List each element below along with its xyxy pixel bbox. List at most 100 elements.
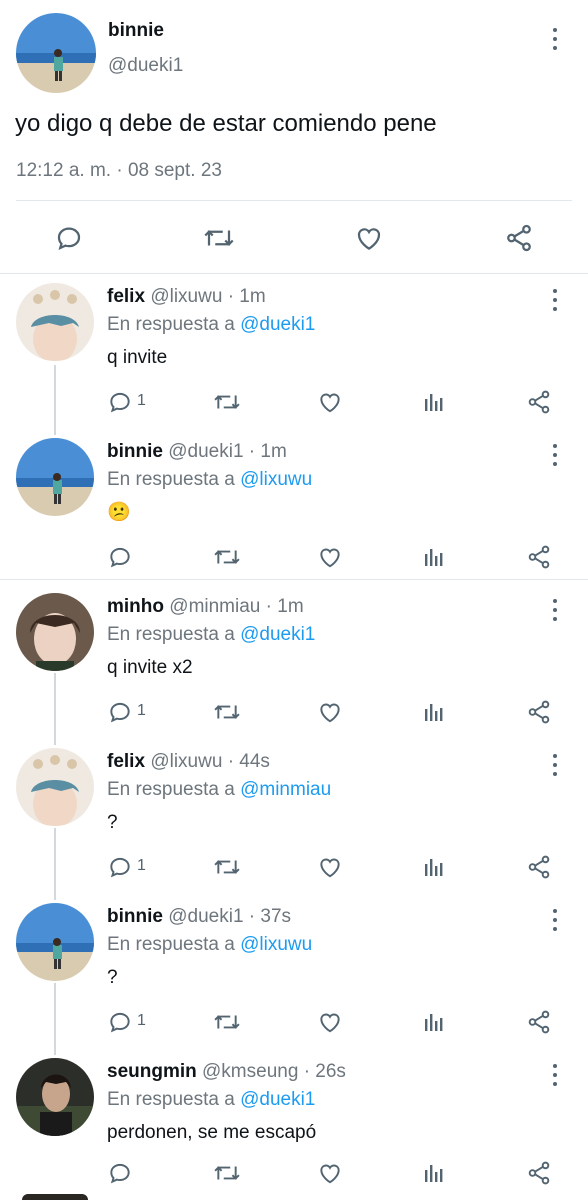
reply-icon[interactable] — [107, 854, 133, 880]
reply-avatar[interactable] — [16, 748, 94, 826]
reply-avatar[interactable] — [16, 283, 94, 361]
analytics-icon[interactable] — [422, 1009, 446, 1035]
reply-more-icon[interactable] — [547, 444, 563, 466]
share-icon[interactable] — [526, 854, 552, 880]
retweet-icon[interactable] — [212, 1009, 242, 1035]
share-icon[interactable] — [526, 544, 552, 570]
reply-header: felix @lixuwu · 1m — [107, 286, 266, 308]
retweet-icon[interactable] — [212, 389, 242, 415]
reply-icon[interactable] — [107, 389, 133, 415]
conversation-divider — [0, 579, 588, 580]
like-icon[interactable] — [317, 389, 343, 415]
retweet-icon[interactable] — [212, 854, 242, 880]
like-icon[interactable] — [317, 544, 343, 570]
reply-header: binnie @dueki1 · 1m — [107, 441, 287, 463]
analytics-icon[interactable] — [422, 699, 446, 725]
reply-icon[interactable] — [107, 544, 133, 570]
reply-avatar[interactable] — [16, 903, 94, 981]
like-icon[interactable] — [317, 1009, 343, 1035]
reply-prefix: En respuesta a — [107, 314, 235, 335]
main-share-icon[interactable] — [504, 223, 534, 253]
thread-line — [54, 828, 56, 900]
reply-text: q invite — [107, 347, 168, 368]
share-icon[interactable] — [526, 389, 552, 415]
reply-count: 1 — [137, 857, 146, 874]
reply-text: q invite x2 — [107, 657, 193, 678]
analytics-icon[interactable] — [422, 1160, 446, 1186]
reply-mention[interactable]: @lixuwu — [240, 469, 312, 490]
main-divider-bottom — [0, 273, 588, 274]
main-divider-top — [16, 200, 572, 201]
reply-icon[interactable] — [107, 1160, 133, 1186]
main-timestamp: 12:12 a. m. · 08 sept. 23 — [16, 160, 222, 181]
main-more-icon[interactable] — [547, 28, 563, 50]
reply-text: perdonen, se me escapó — [107, 1122, 317, 1143]
reply-mention[interactable]: @minmiau — [240, 779, 331, 800]
reply-name[interactable]: seungmin — [107, 1061, 197, 1082]
main-name[interactable]: binnie — [108, 20, 164, 42]
reply-handle[interactable]: @lixuwu — [150, 751, 222, 772]
reply-handle[interactable]: @kmseung — [202, 1061, 298, 1082]
reply-mention[interactable]: @dueki1 — [240, 1089, 315, 1110]
like-icon[interactable] — [317, 1160, 343, 1186]
reply-context: En respuesta a @dueki1 — [107, 624, 315, 646]
next-item-avatar-edge — [22, 1194, 88, 1200]
main-avatar[interactable] — [16, 13, 96, 93]
reply-more-icon[interactable] — [547, 754, 563, 776]
reply-context: En respuesta a @minmiau — [107, 779, 331, 801]
reply-time: · 1m — [248, 441, 287, 462]
reply-header: seungmin @kmseung · 26s — [107, 1061, 346, 1083]
reply-time: · 44s — [227, 751, 270, 772]
main-reply-icon[interactable] — [54, 223, 84, 253]
reply-context: En respuesta a @lixuwu — [107, 934, 312, 956]
reply-more-icon[interactable] — [547, 1064, 563, 1086]
reply-time: · 1m — [227, 286, 266, 307]
reply-avatar[interactable] — [16, 1058, 94, 1136]
share-icon[interactable] — [526, 1009, 552, 1035]
reply-header: felix @lixuwu · 44s — [107, 751, 270, 773]
reply-prefix: En respuesta a — [107, 469, 235, 490]
reply-icon[interactable] — [107, 1009, 133, 1035]
reply-time: · 26s — [303, 1061, 346, 1082]
reply-name[interactable]: felix — [107, 751, 145, 772]
reply-mention[interactable]: @dueki1 — [240, 624, 315, 645]
main-retweet-icon[interactable] — [202, 223, 236, 253]
reply-name[interactable]: binnie — [107, 906, 163, 927]
retweet-icon[interactable] — [212, 699, 242, 725]
reply-handle[interactable]: @minmiau — [169, 596, 260, 617]
reply-handle[interactable]: @dueki1 — [168, 906, 243, 927]
reply-more-icon[interactable] — [547, 909, 563, 931]
reply-name[interactable]: felix — [107, 286, 145, 307]
reply-icon[interactable] — [107, 699, 133, 725]
analytics-icon[interactable] — [422, 389, 446, 415]
reply-handle[interactable]: @dueki1 — [168, 441, 243, 462]
reply-text: ? — [107, 812, 118, 833]
reply-more-icon[interactable] — [547, 599, 563, 621]
reply-prefix: En respuesta a — [107, 1089, 235, 1110]
reply-prefix: En respuesta a — [107, 624, 235, 645]
reply-context: En respuesta a @lixuwu — [107, 469, 312, 491]
retweet-icon[interactable] — [212, 1160, 242, 1186]
like-icon[interactable] — [317, 699, 343, 725]
reply-context: En respuesta a @dueki1 — [107, 1089, 315, 1111]
reply-avatar[interactable] — [16, 438, 94, 516]
reply-mention[interactable]: @dueki1 — [240, 314, 315, 335]
share-icon[interactable] — [526, 1160, 552, 1186]
like-icon[interactable] — [317, 854, 343, 880]
retweet-icon[interactable] — [212, 544, 242, 570]
reply-count: 1 — [137, 1012, 146, 1029]
reply-handle[interactable]: @lixuwu — [150, 286, 222, 307]
analytics-icon[interactable] — [422, 854, 446, 880]
main-handle[interactable]: @dueki1 — [108, 55, 183, 77]
analytics-icon[interactable] — [422, 544, 446, 570]
reply-name[interactable]: binnie — [107, 441, 163, 462]
main-like-icon[interactable] — [354, 223, 384, 253]
share-icon[interactable] — [526, 699, 552, 725]
reply-prefix: En respuesta a — [107, 934, 235, 955]
reply-context: En respuesta a @dueki1 — [107, 314, 315, 336]
reply-mention[interactable]: @lixuwu — [240, 934, 312, 955]
main-tweet-text: yo digo q debe de estar comiendo pene — [15, 110, 437, 137]
reply-avatar[interactable] — [16, 593, 94, 671]
reply-more-icon[interactable] — [547, 289, 563, 311]
reply-name[interactable]: minho — [107, 596, 164, 617]
